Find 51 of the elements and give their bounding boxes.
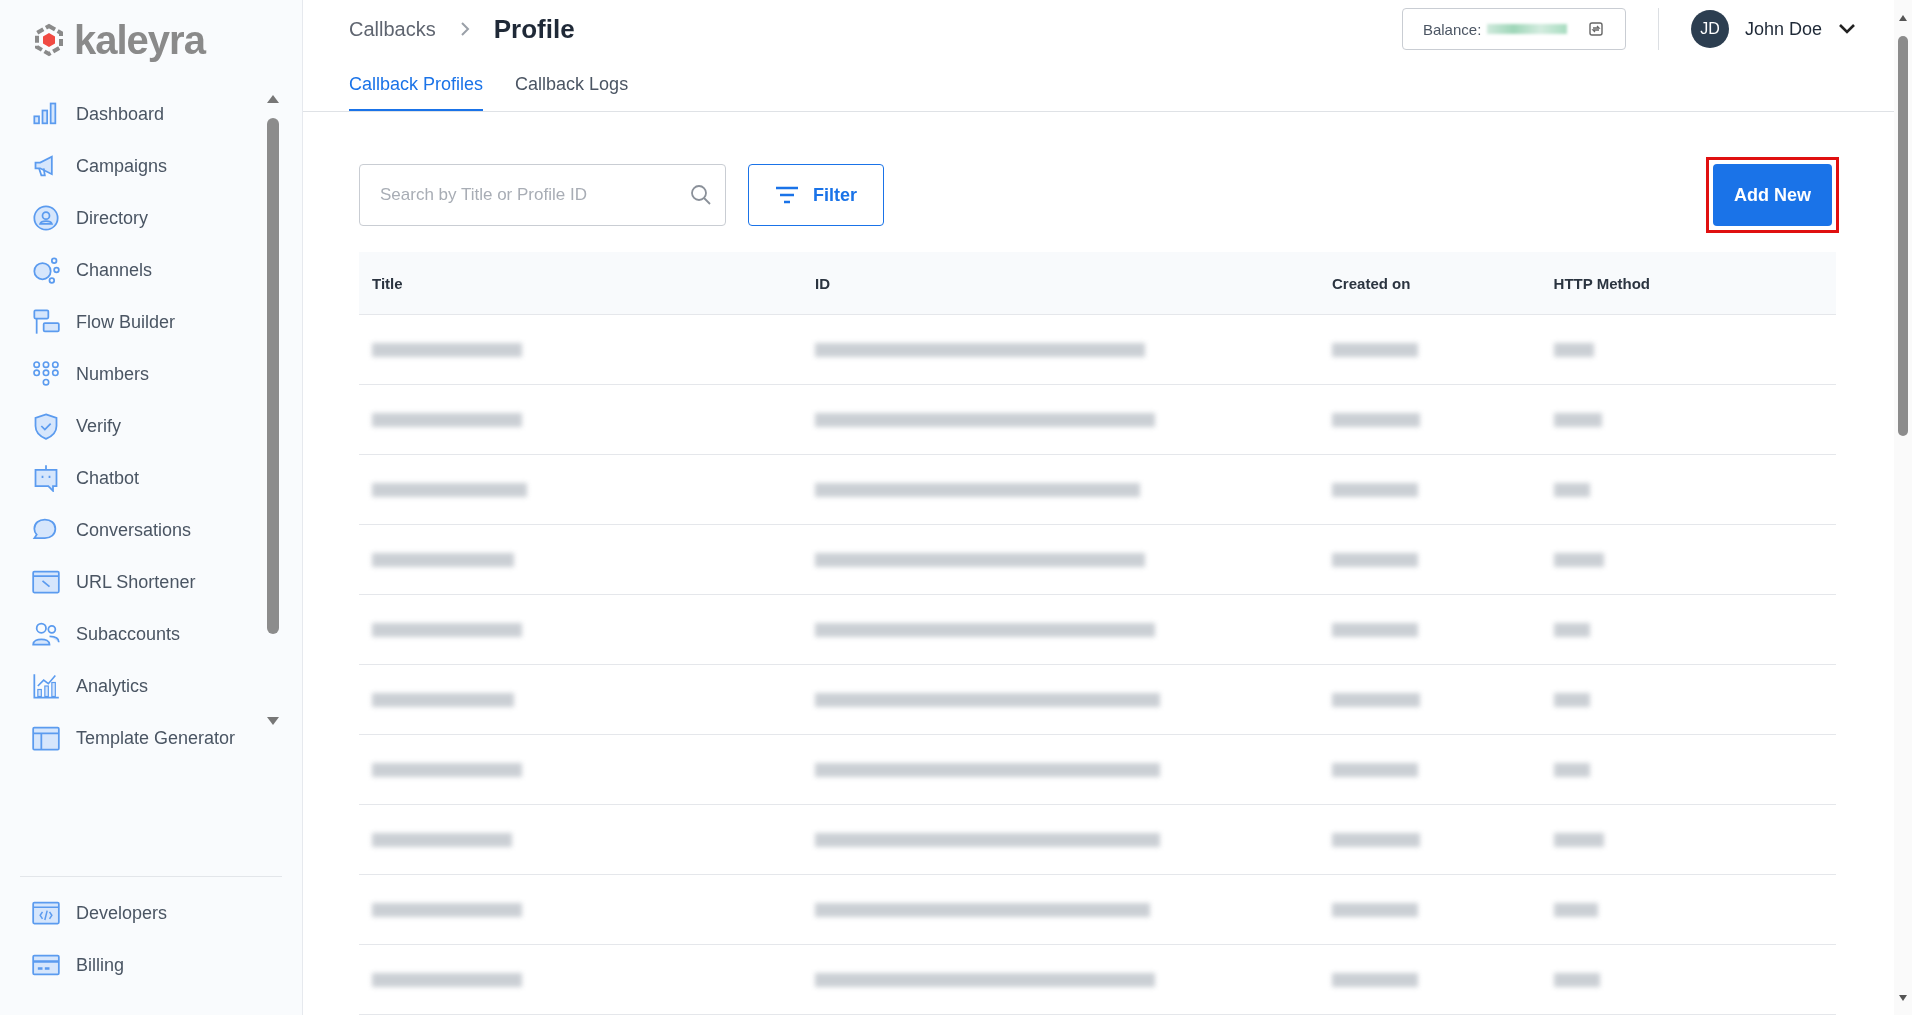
robot-icon bbox=[32, 464, 60, 492]
tab[interactable]: Callback Logs bbox=[515, 58, 629, 111]
flowchart-icon bbox=[32, 308, 60, 336]
sidebar-item[interactable]: Subaccounts bbox=[32, 608, 302, 660]
sidebar-item[interactable]: Flow Builder bbox=[32, 296, 302, 348]
link-window-icon bbox=[32, 568, 60, 596]
scroll-up-arrow-icon[interactable] bbox=[266, 94, 280, 104]
sidebar-item[interactable]: Billing bbox=[32, 939, 282, 991]
column-header: Title bbox=[359, 252, 803, 315]
filter-button[interactable]: Filter bbox=[748, 164, 884, 226]
sidebar-item[interactable]: Template Generator bbox=[32, 712, 302, 764]
sidebar-item[interactable]: Chatbot bbox=[32, 452, 302, 504]
add-new-button[interactable]: Add New bbox=[1713, 164, 1832, 226]
user-avatar[interactable]: JD bbox=[1690, 10, 1729, 48]
balance-label: Balance: bbox=[1422, 20, 1482, 38]
scroll-down-arrow-icon[interactable] bbox=[266, 716, 280, 726]
breadcrumb-link[interactable]: Callbacks bbox=[349, 17, 436, 41]
sidebar-item[interactable]: Developers bbox=[32, 887, 282, 939]
dialpad-icon bbox=[32, 360, 60, 388]
column-header: HTTP Method bbox=[1540, 252, 1836, 315]
user-name[interactable]: John Doe bbox=[1744, 18, 1822, 40]
tab[interactable]: Callback Profiles bbox=[349, 58, 484, 111]
sidebar-item[interactable]: Verify bbox=[32, 400, 302, 452]
user-circle-icon bbox=[32, 204, 60, 232]
search-field[interactable]: Search by Title or Profile ID bbox=[359, 164, 726, 226]
line-chart-icon bbox=[32, 672, 60, 700]
scroll-up-arrow-icon[interactable] bbox=[1898, 14, 1908, 22]
users-icon bbox=[32, 620, 60, 648]
filter-icon bbox=[775, 186, 799, 204]
scrollbar[interactable] bbox=[1894, 0, 1912, 1015]
sidebar-item[interactable]: Numbers bbox=[32, 348, 302, 400]
brand-logo: kaleyra bbox=[74, 17, 205, 63]
scroll-down-arrow-icon[interactable] bbox=[1898, 994, 1908, 1002]
sidebar-item[interactable]: Campaigns bbox=[32, 140, 302, 192]
layout-icon bbox=[32, 724, 60, 752]
bubbles-icon bbox=[32, 256, 60, 284]
search-icon bbox=[690, 184, 712, 206]
page-title: Profile bbox=[493, 13, 575, 45]
sidebar-item[interactable]: Conversations bbox=[32, 504, 302, 556]
hexagon-logo-icon bbox=[32, 23, 66, 57]
scrollbar-thumb[interactable] bbox=[267, 118, 279, 634]
sidebar-item[interactable]: Analytics bbox=[32, 660, 302, 712]
chevron-down-icon[interactable] bbox=[1838, 23, 1856, 35]
sidebar-item[interactable]: Channels bbox=[32, 244, 302, 296]
scrollbar-thumb[interactable] bbox=[1898, 36, 1908, 436]
shield-check-icon bbox=[32, 412, 60, 440]
sidebar-item[interactable]: Dashboard bbox=[32, 88, 302, 140]
refresh-icon[interactable] bbox=[1586, 20, 1605, 38]
column-header: Created on bbox=[1319, 252, 1541, 315]
column-header: ID bbox=[802, 252, 1320, 315]
code-window-icon bbox=[32, 899, 60, 927]
